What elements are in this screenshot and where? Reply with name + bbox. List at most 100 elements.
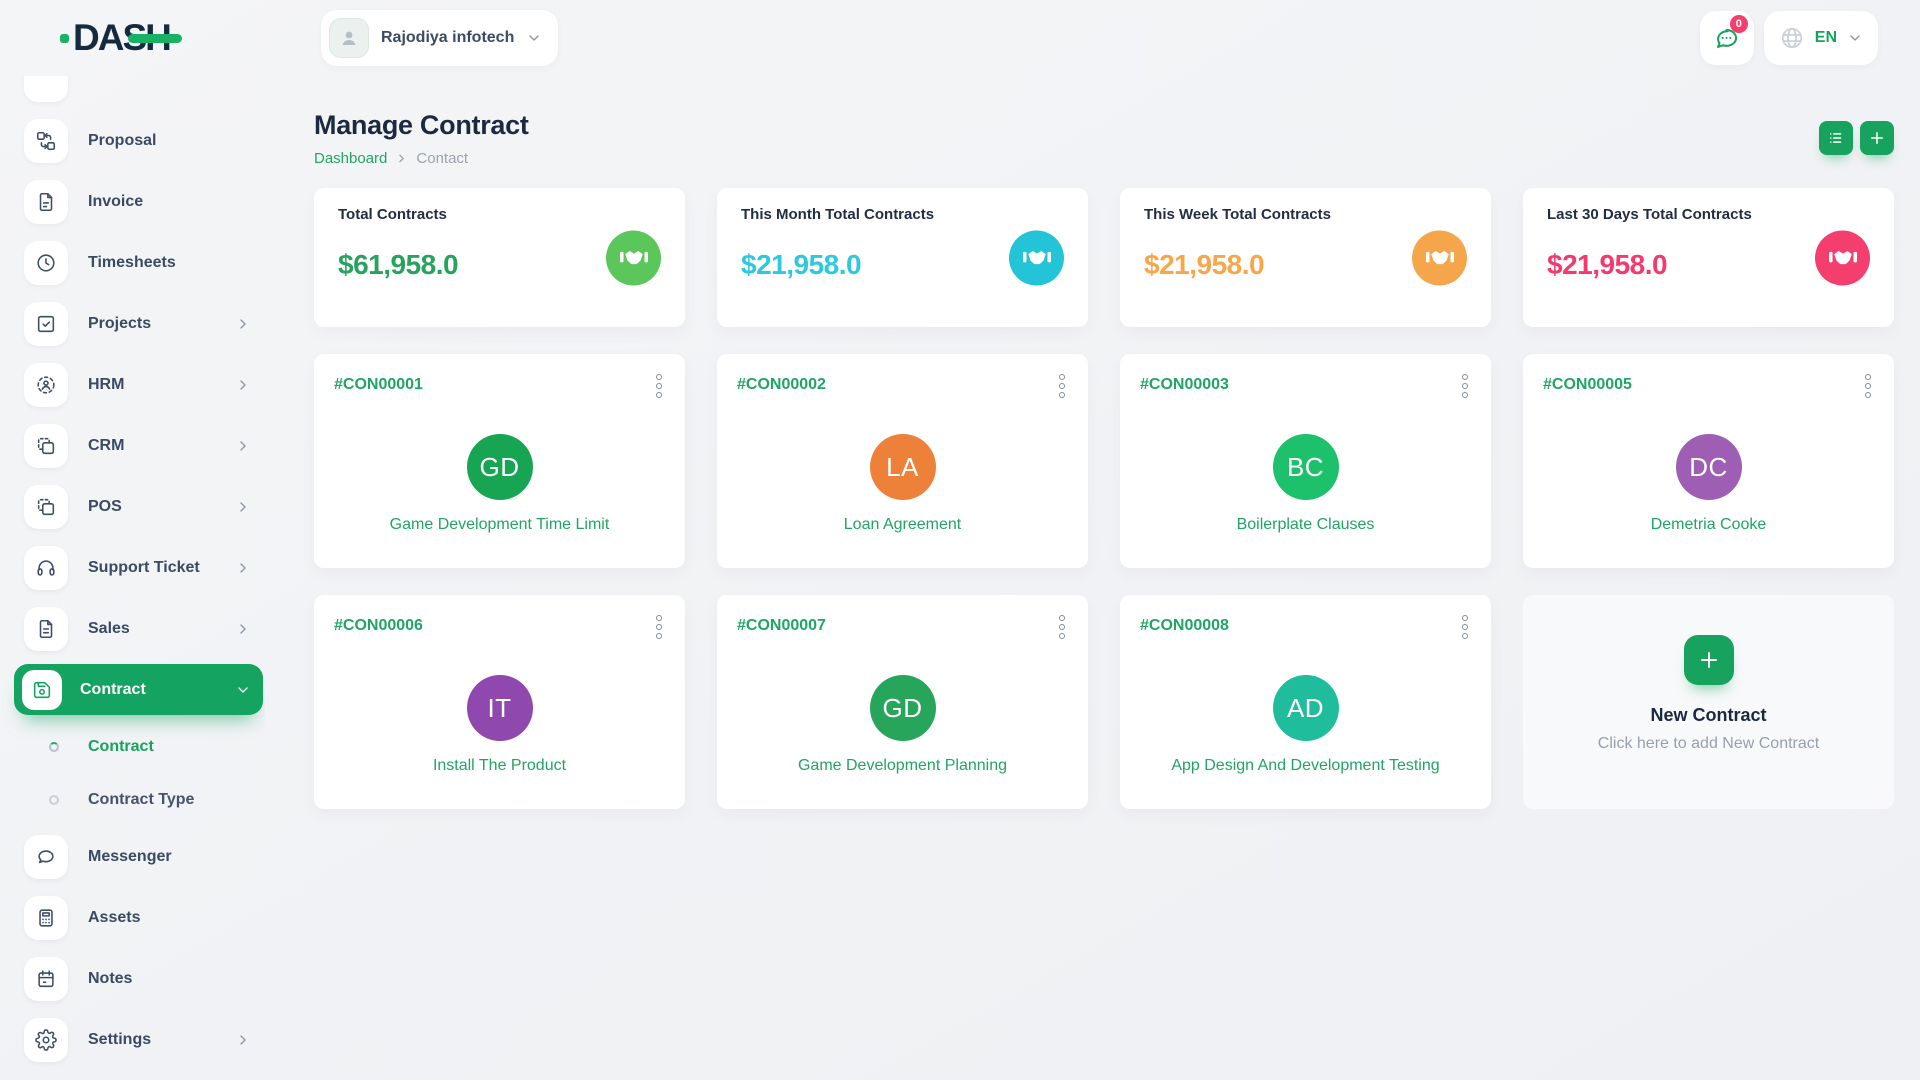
company-switcher[interactable]: Rajodiya infotech [321, 10, 558, 66]
contract-name-link[interactable]: Boilerplate Clauses [1140, 516, 1471, 534]
kebab-menu-button[interactable] [1459, 370, 1471, 402]
breadcrumb-dashboard-link[interactable]: Dashboard [314, 150, 387, 167]
kebab-menu-button[interactable] [653, 611, 665, 643]
kebab-menu-button[interactable] [1056, 370, 1068, 402]
contract-id-link[interactable]: #CON00002 [737, 376, 826, 394]
breadcrumb: Dashboard Contact [314, 150, 529, 167]
sidebar-item-proposal[interactable]: Proposal [0, 110, 265, 171]
sidebar-item-label: Notes [88, 970, 132, 988]
avatar: IT [467, 675, 533, 741]
brand-logo[interactable]: DASH [73, 17, 170, 59]
new-contract-card[interactable]: New Contract Click here to add New Contr… [1523, 595, 1894, 809]
header: DASH Rajodiya infotech 0 EN [0, 0, 1920, 76]
main-content: Manage Contract Dashboard Contact Total … [265, 76, 1920, 1080]
header-actions: 0 EN [1700, 11, 1920, 65]
contract-card-con00002: #CON00002 LA Loan Agreement [717, 354, 1088, 568]
messages-count-badge: 0 [1730, 15, 1748, 33]
contract-name-link[interactable]: Install The Product [334, 757, 665, 775]
contract-card-con00006: #CON00006 IT Install The Product [314, 595, 685, 809]
sidebar-item-label: POS [88, 498, 122, 516]
page-actions [1819, 121, 1894, 155]
handshake-icon [606, 230, 661, 285]
kebab-menu-button[interactable] [653, 370, 665, 402]
sidebar-item-label: Assets [88, 909, 140, 927]
sidebar-item-label: CRM [88, 437, 124, 455]
contract-id-link[interactable]: #CON00001 [334, 376, 423, 394]
contract-name-link[interactable]: Demetria Cooke [1543, 516, 1874, 534]
list-view-button[interactable] [1819, 121, 1853, 155]
contract-id-link[interactable]: #CON00003 [1140, 376, 1229, 394]
sidebar-scrolled-item [24, 76, 68, 102]
breadcrumb-current: Contact [416, 150, 468, 167]
contract-id-link[interactable]: #CON00006 [334, 617, 423, 635]
stat-card-this-week-total-contracts: This Week Total Contracts $21,958.0 [1120, 188, 1491, 327]
sidebar-item-invoice[interactable]: Invoice [0, 171, 265, 232]
contract-id-link[interactable]: #CON00008 [1140, 617, 1229, 635]
language-selector[interactable]: EN [1764, 11, 1878, 65]
logo-dot [60, 34, 69, 43]
calendar-icon [24, 957, 68, 1001]
list-icon [1827, 129, 1845, 147]
sidebar-item-hrm[interactable]: HRM [0, 354, 265, 415]
sidebar-item-label: Proposal [88, 132, 156, 150]
contract-card-con00007: #CON00007 GD Game Development Planning [717, 595, 1088, 809]
contract-name-link[interactable]: Loan Agreement [737, 516, 1068, 534]
chevron-right-icon [235, 438, 251, 454]
sidebar-item-label: HRM [88, 376, 124, 394]
calculator-icon [24, 896, 68, 940]
contract-name-link[interactable]: Game Development Planning [737, 757, 1068, 775]
avatar-initials: GD [480, 452, 520, 483]
avatar-initials: GD [883, 693, 923, 724]
sidebar-item-pos[interactable]: POS [0, 476, 265, 537]
contract-name-link[interactable]: Game Development Time Limit [334, 516, 665, 534]
sidebar-item-assets[interactable]: Assets [0, 887, 265, 948]
sidebar-item-contract[interactable]: Contract [14, 664, 263, 715]
contract-id-link[interactable]: #CON00005 [1543, 376, 1632, 394]
sidebar-item-notes[interactable]: Notes [0, 948, 265, 1009]
page-title: Manage Contract [314, 110, 529, 141]
chevron-right-icon [235, 1032, 251, 1048]
sidebar-item-contract[interactable]: Contract [0, 720, 265, 773]
file-lines-icon [24, 607, 68, 651]
avatar-initials: LA [886, 452, 919, 483]
sidebar-item-label: Messenger [88, 848, 172, 866]
sidebar-item-messenger[interactable]: Messenger [0, 826, 265, 887]
sidebar-item-projects[interactable]: Projects [0, 293, 265, 354]
sidebar-item-sales[interactable]: Sales [0, 598, 265, 659]
logo-dash-bar [128, 34, 182, 43]
person-icon [337, 26, 361, 50]
kebab-menu-button[interactable] [1459, 611, 1471, 643]
plus-icon [1684, 635, 1734, 685]
chevron-right-icon [395, 152, 408, 165]
sidebar-item-label: Projects [88, 315, 151, 333]
copy-icon [24, 485, 68, 529]
kebab-menu-button[interactable] [1056, 611, 1068, 643]
messages-button[interactable]: 0 [1700, 11, 1754, 65]
chevron-right-icon [235, 560, 251, 576]
avatar-initials: IT [487, 693, 511, 724]
new-contract-subtitle: Click here to add New Contract [1598, 735, 1819, 753]
plus-icon [1868, 129, 1886, 147]
chevron-right-icon [235, 499, 251, 515]
file-icon [24, 180, 68, 224]
stat-label: This Month Total Contracts [741, 206, 1064, 223]
avatar: AD [1273, 675, 1339, 741]
sidebar-item-crm[interactable]: CRM [0, 415, 265, 476]
sidebar-item-timesheets[interactable]: Timesheets [0, 232, 265, 293]
chevron-down-icon [235, 682, 251, 698]
stat-label: This Week Total Contracts [1144, 206, 1467, 223]
globe-icon [1779, 25, 1805, 51]
avatar: GD [870, 675, 936, 741]
sidebar: Proposal Invoice Timesheets Projects [0, 76, 265, 1080]
add-contract-button[interactable] [1860, 121, 1894, 155]
sidebar-item-label: Contract [88, 738, 154, 756]
contract-name-link[interactable]: App Design And Development Testing [1140, 757, 1471, 775]
sidebar-item-label: Settings [88, 1031, 151, 1049]
handshake-icon [1815, 230, 1870, 285]
sidebar-item-settings[interactable]: Settings [0, 1009, 265, 1070]
contracts-grid: #CON00001 GD Game Development Time Limit… [314, 354, 1894, 809]
kebab-menu-button[interactable] [1862, 370, 1874, 402]
contract-id-link[interactable]: #CON00007 [737, 617, 826, 635]
sidebar-item-support-ticket[interactable]: Support Ticket [0, 537, 265, 598]
sidebar-item-contract-type[interactable]: Contract Type [0, 773, 265, 826]
